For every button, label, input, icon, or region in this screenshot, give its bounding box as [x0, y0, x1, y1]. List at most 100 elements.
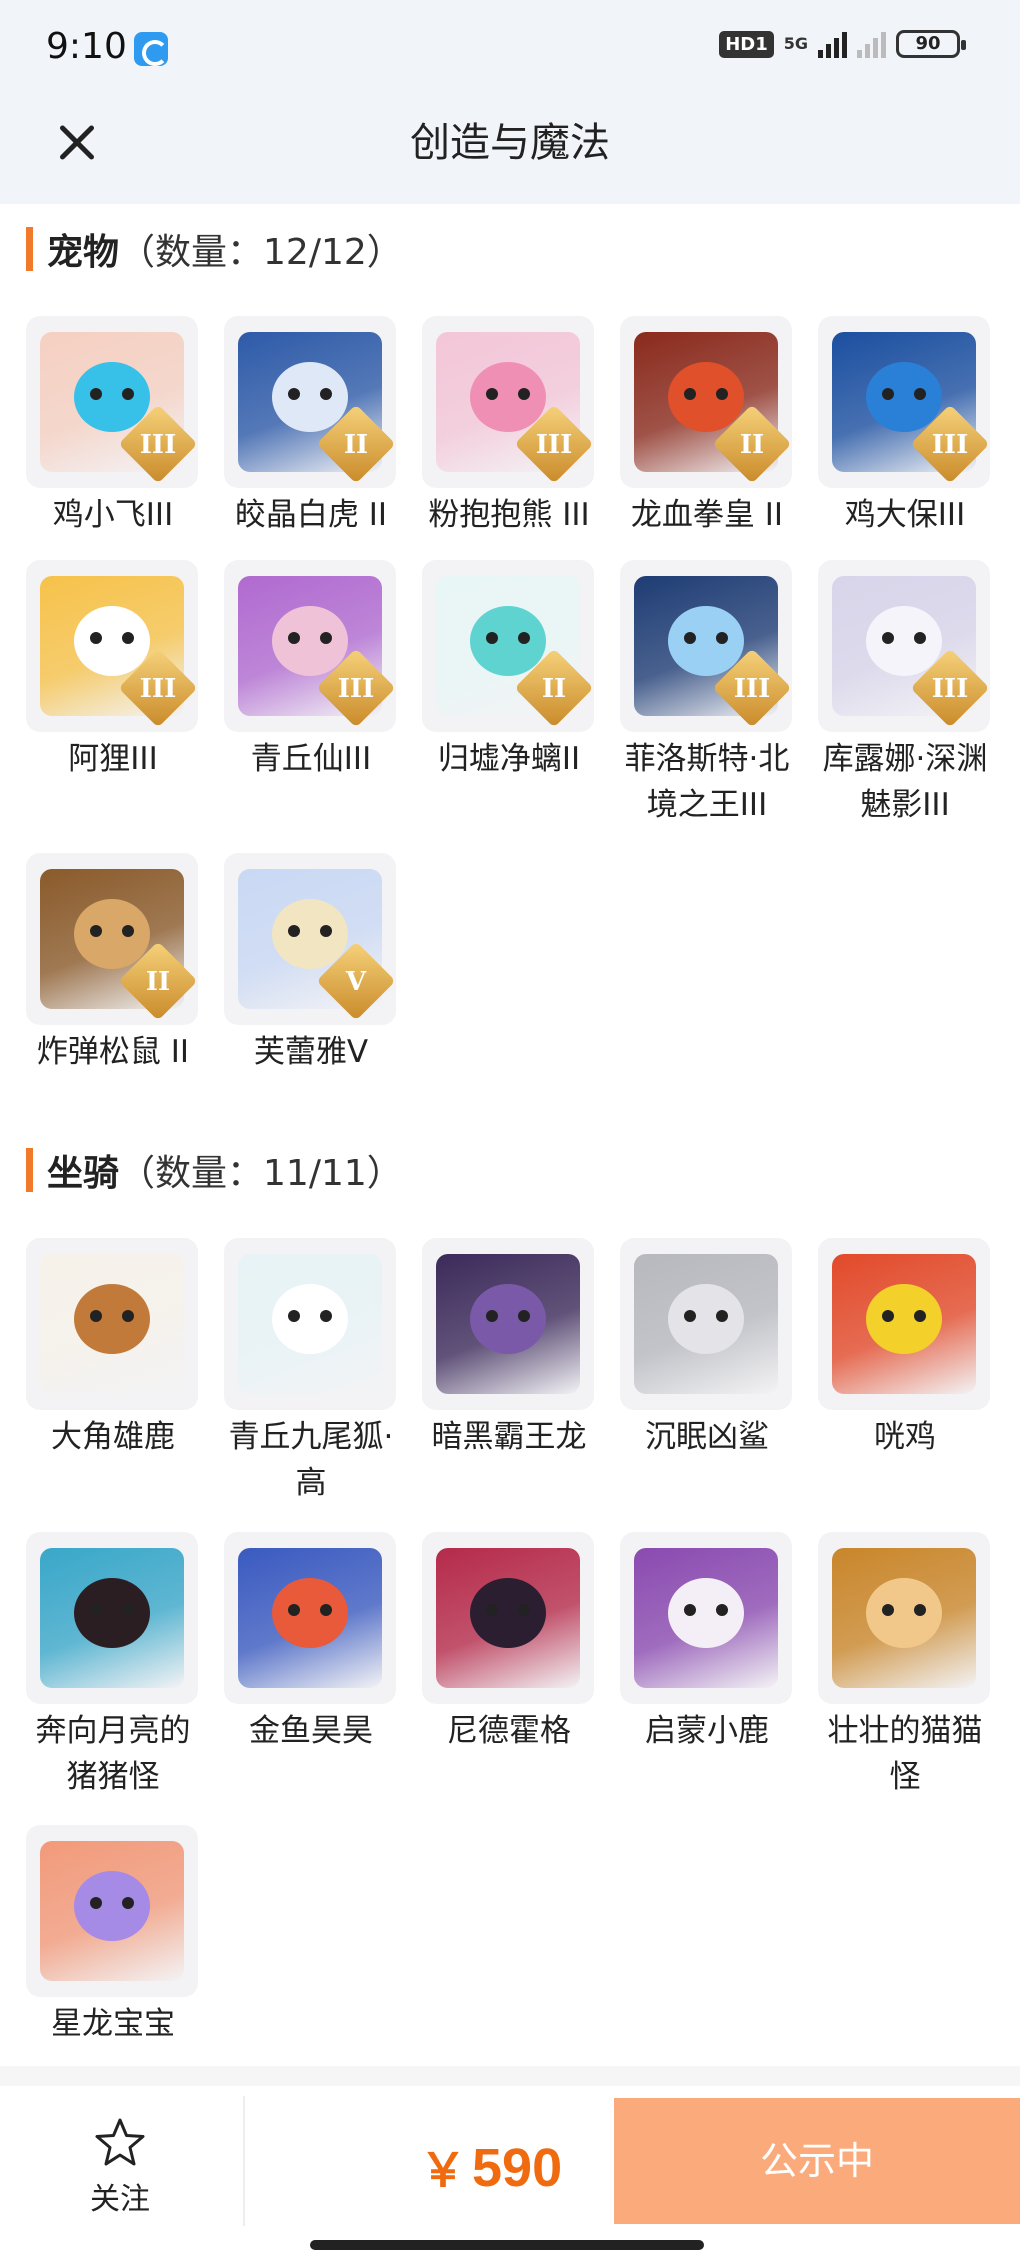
character-eye	[518, 1310, 530, 1322]
character-image	[238, 1548, 382, 1688]
follow-button[interactable]: 关注	[60, 2116, 180, 2218]
mount-card[interactable]: 大角雄鹿	[26, 1238, 200, 1460]
character-eye	[122, 1897, 134, 1909]
mount-card[interactable]: 暗黑霸王龙	[422, 1238, 596, 1460]
rank-badge-text: V	[345, 967, 367, 997]
rank-badge-text: III	[337, 674, 375, 704]
pet-card[interactable]: III 粉抱抱熊 III	[422, 316, 596, 538]
character-image	[634, 1254, 778, 1394]
character-eye	[288, 1604, 300, 1616]
character-eye	[716, 1604, 728, 1616]
character-eye	[90, 632, 102, 644]
pet-thumbnail: III	[422, 316, 594, 488]
star-icon	[95, 2118, 145, 2166]
character-eye	[882, 1604, 894, 1616]
mount-card[interactable]: 奔向月亮的猪猪怪	[26, 1532, 200, 1800]
mount-card[interactable]: 尼德霍格	[422, 1532, 596, 1754]
mount-card[interactable]: 沉眠凶鲨	[620, 1238, 794, 1460]
mount-thumbnail	[224, 1238, 396, 1410]
mount-thumbnail	[26, 1532, 198, 1704]
pet-card[interactable]: III 阿狸III	[26, 560, 200, 782]
bottom-separator	[0, 2066, 1020, 2086]
hd-badge: HD1	[719, 30, 774, 58]
rank-badge-text: II	[145, 967, 171, 997]
follow-label: 关注	[90, 2182, 150, 2217]
character-eye	[684, 388, 696, 400]
top-area: 9:10 HD1 5G 90 创造与魔法	[0, 0, 1020, 204]
rank-badge-text: II	[739, 430, 765, 460]
status-time: 9:10	[46, 26, 127, 67]
mount-name: 大角雄鹿	[51, 1419, 175, 1455]
pet-thumbnail: III	[818, 560, 990, 732]
section-title-mounts: 坐骑 （数量：11/11）	[26, 1145, 403, 1195]
character-figure	[866, 606, 942, 676]
pet-card[interactable]: III 青丘仙III	[224, 560, 398, 782]
character-figure	[272, 606, 348, 676]
pet-card[interactable]: III 鸡小飞III	[26, 316, 200, 538]
character-eye	[122, 925, 134, 937]
mount-name: 启蒙小鹿	[645, 1713, 769, 1749]
pet-card[interactable]: V 芙蕾雅V	[224, 853, 398, 1075]
pet-card[interactable]: II 归墟净螭II	[422, 560, 596, 782]
battery-icon: 90	[896, 30, 966, 58]
mount-card[interactable]: 壮壮的猫猫怪	[818, 1532, 992, 1800]
mount-card[interactable]: 启蒙小鹿	[620, 1532, 794, 1754]
pet-card[interactable]: III 鸡大保III	[818, 316, 992, 538]
mount-name: 暗黑霸王龙	[431, 1419, 587, 1455]
character-figure	[272, 899, 348, 969]
pet-name: 鸡小飞III	[52, 497, 174, 533]
character-eye	[716, 1310, 728, 1322]
mount-card[interactable]: 星龙宝宝	[26, 1825, 200, 2047]
rank-badge-text: III	[535, 430, 573, 460]
pet-card[interactable]: III 库露娜·深渊魅影III	[818, 560, 992, 828]
mount-thumbnail	[422, 1238, 594, 1410]
character-eye	[684, 1604, 696, 1616]
character-eye	[90, 388, 102, 400]
pet-name: 鸡大保III	[844, 497, 966, 533]
mount-card[interactable]: 青丘九尾狐·高	[224, 1238, 398, 1506]
section-name: 坐骑	[47, 1153, 120, 1194]
divider	[243, 2096, 245, 2226]
character-eye	[90, 1604, 102, 1616]
publicity-status-button[interactable]: 公示中	[614, 2098, 1020, 2224]
character-figure	[74, 1284, 150, 1354]
character-eye	[518, 1604, 530, 1616]
pet-name: 皎晶白虎 II	[234, 497, 388, 533]
character-eye	[320, 388, 332, 400]
rank-badge-text: III	[139, 430, 177, 460]
character-eye	[122, 1310, 134, 1322]
character-eye	[914, 632, 926, 644]
rank-badge-text: II	[541, 674, 567, 704]
pet-name: 归墟净螭II	[437, 741, 581, 777]
character-eye	[486, 632, 498, 644]
mount-card[interactable]: 金鱼昊昊	[224, 1532, 398, 1754]
character-eye	[90, 925, 102, 937]
pet-card[interactable]: II 皎晶白虎 II	[224, 316, 398, 538]
character-eye	[90, 1310, 102, 1322]
pet-thumbnail: II	[620, 316, 792, 488]
pet-card[interactable]: III 菲洛斯特·北境之王III	[620, 560, 794, 828]
pet-card[interactable]: II 炸弹松鼠 II	[26, 853, 200, 1075]
character-eye	[716, 632, 728, 644]
character-figure	[272, 1578, 348, 1648]
section-count: （数量：12/12）	[119, 232, 403, 273]
character-eye	[518, 632, 530, 644]
character-eye	[90, 1897, 102, 1909]
section-accent-bar	[26, 227, 33, 271]
character-image	[40, 1841, 184, 1981]
network-type: 5G	[783, 34, 808, 53]
character-image	[634, 1548, 778, 1688]
mount-name: 青丘九尾狐·高	[228, 1419, 394, 1501]
pet-card[interactable]: II 龙血拳皇 II	[620, 316, 794, 538]
character-figure	[74, 899, 150, 969]
rank-badge-text: III	[733, 674, 771, 704]
rank-badge-text: III	[931, 674, 969, 704]
character-eye	[914, 1604, 926, 1616]
character-figure	[866, 1578, 942, 1648]
character-eye	[882, 1310, 894, 1322]
character-figure	[272, 362, 348, 432]
pet-thumbnail: II	[422, 560, 594, 732]
character-figure	[668, 362, 744, 432]
mount-thumbnail	[818, 1532, 990, 1704]
mount-card[interactable]: 咣鸡	[818, 1238, 992, 1460]
